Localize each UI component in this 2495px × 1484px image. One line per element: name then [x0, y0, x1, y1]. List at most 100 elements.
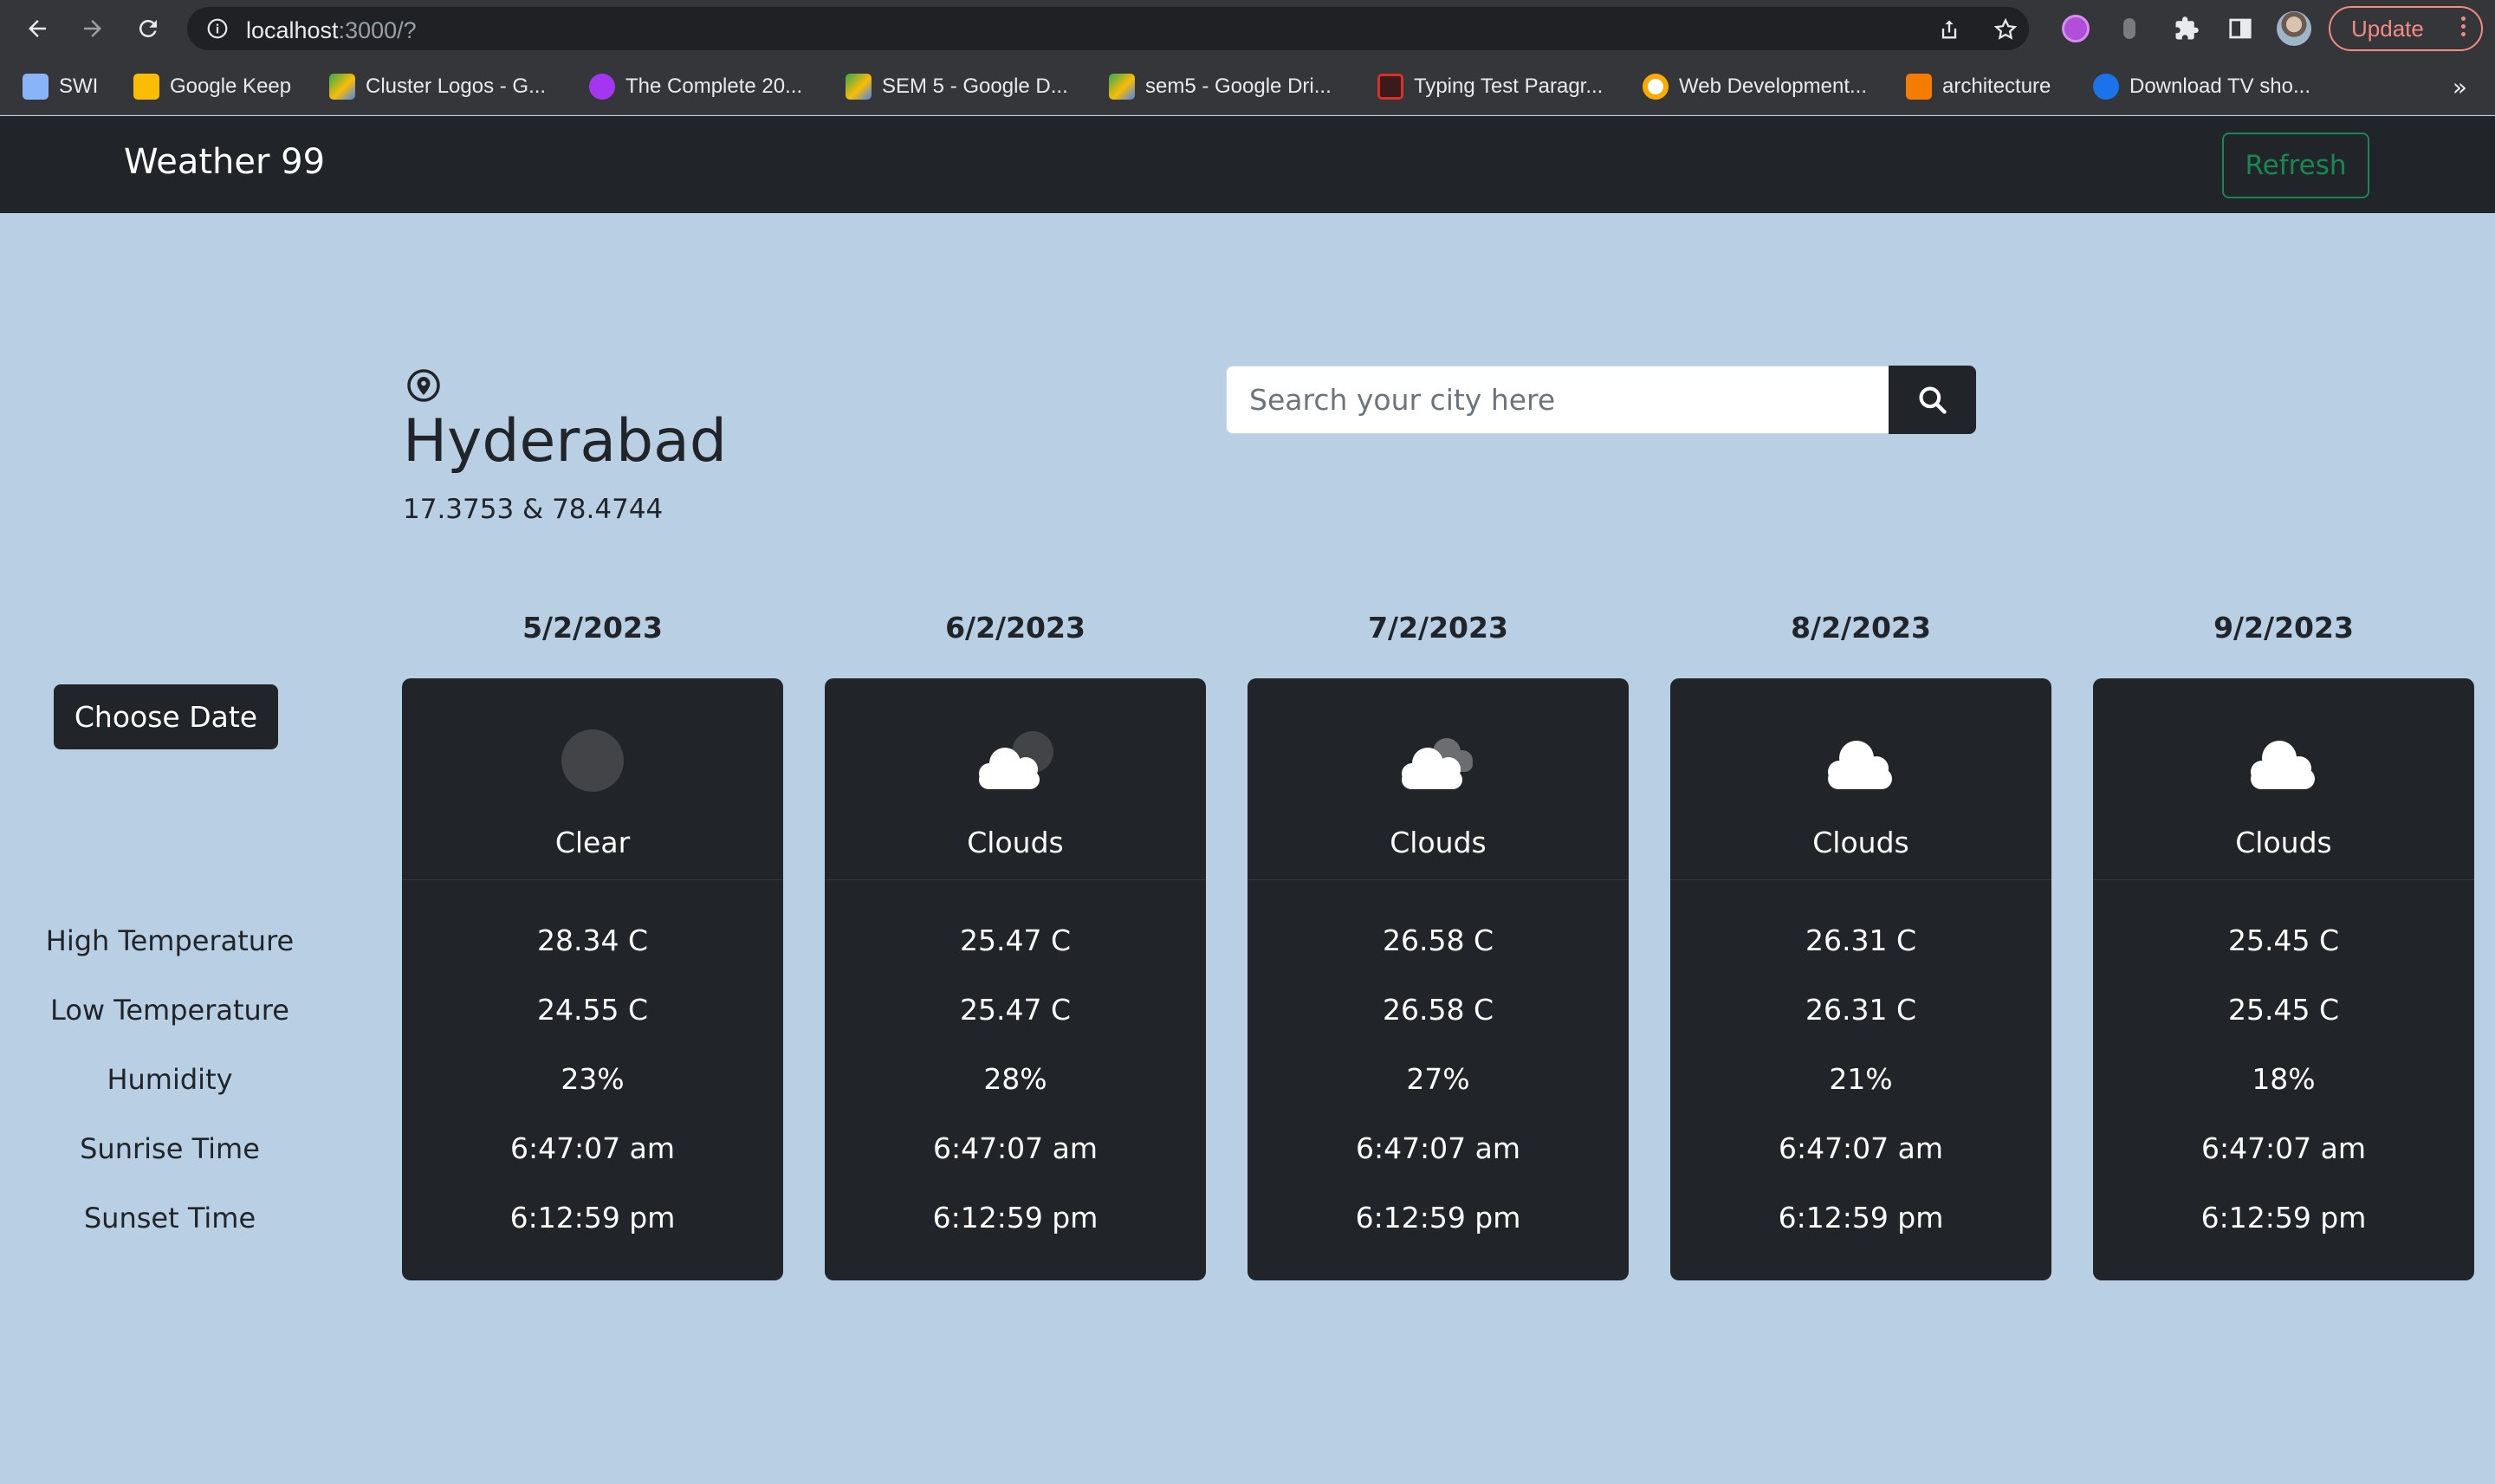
share-icon[interactable]: [1937, 17, 1961, 42]
arrow-right-icon: [84, 20, 101, 37]
search-input[interactable]: [1226, 366, 1889, 434]
bookmark-item[interactable]: Download TV sho...: [2093, 73, 2310, 100]
bookmark-label: Typing Test Paragr...: [1414, 75, 1604, 98]
forecast-condition: Clouds: [2235, 826, 2332, 859]
forecast-sunrise: 6:47:07 am: [932, 1131, 1098, 1165]
bookmark-label: Download TV sho...: [2129, 75, 2311, 98]
forecast-date: 8/2/2023: [1791, 611, 1931, 645]
side-panel-icon[interactable]: [2222, 10, 2258, 47]
more-bookmarks-icon[interactable]: »: [2453, 73, 2467, 101]
forecast-date: 5/2/2023: [522, 611, 663, 645]
bookmark-label: Web Development...: [1679, 75, 1867, 98]
bookmark-label: SEM 5 - Google D...: [882, 75, 1068, 98]
refresh-button[interactable]: Refresh: [2222, 133, 2369, 198]
extension-purple-icon[interactable]: [2058, 10, 2094, 47]
extensions-puzzle-icon[interactable]: [2168, 10, 2205, 47]
forecast-humidity: 28%: [983, 1062, 1047, 1096]
forecast-high-temp: 25.45 C: [2227, 923, 2339, 957]
update-label: Update: [2351, 15, 2424, 42]
google-drive-icon: [329, 74, 355, 100]
bookmark-item[interactable]: SEM 5 - Google D...: [846, 73, 1068, 100]
bookmark-label: Cluster Logos - G...: [366, 75, 547, 98]
forecast-low-temp: 26.31 C: [1805, 993, 1916, 1027]
tv-icon: [2093, 74, 2119, 100]
city-name: Hyderabad: [403, 407, 727, 476]
forecast-sunrise: 6:47:07 am: [2200, 1131, 2367, 1165]
city-search: [1226, 366, 1976, 434]
forecast-high-temp: 26.58 C: [1382, 923, 1494, 957]
forecast-high-temp: 25.47 C: [959, 923, 1071, 957]
forecast-high-temp: 28.34 C: [536, 923, 648, 957]
forward-button[interactable]: [73, 9, 113, 49]
bookmark-item[interactable]: SWI: [23, 73, 98, 100]
row-label-humidity: Humidity: [107, 1063, 233, 1096]
bookmark-item[interactable]: Cluster Logos - G...: [329, 73, 546, 100]
bookmark-item[interactable]: Typing Test Paragr...: [1377, 73, 1603, 100]
menu-dots-icon: [2461, 16, 2466, 36]
forecast-sunrise: 6:47:07 am: [1778, 1131, 1944, 1165]
bookmark-label: Google Keep: [170, 75, 292, 98]
bookmark-item[interactable]: Google Keep: [133, 73, 291, 100]
forecast-condition: Clouds: [1390, 826, 1487, 859]
forecast-sunset: 6:12:59 pm: [2200, 1201, 2367, 1235]
arrow-left-icon: [29, 20, 46, 37]
forecast-sunset: 6:12:59 pm: [509, 1201, 676, 1235]
card-divider: [1670, 879, 2051, 880]
bookmarks-bar: SWI Google Keep Cluster Logos - G... The…: [0, 57, 2495, 115]
profile-avatar[interactable]: [2276, 10, 2312, 47]
forecast-condition: Clouds: [1812, 826, 1909, 859]
forecast-sunrise: 6:47:07 am: [1355, 1131, 1521, 1165]
back-button[interactable]: [17, 9, 57, 49]
extension-gray-icon[interactable]: [2111, 10, 2148, 47]
address-bar[interactable]: localhost:3000/?: [187, 7, 2029, 50]
forecast-sunset: 6:12:59 pm: [1355, 1201, 1521, 1235]
forecast-date: 7/2/2023: [1368, 611, 1508, 645]
bookmark-label: sem5 - Google Dri...: [1145, 75, 1332, 98]
bookmark-label: architecture: [1942, 75, 2051, 98]
reload-button[interactable]: [128, 9, 168, 49]
city-coordinates: 17.3753 & 78.4744: [403, 494, 664, 525]
swi-icon: [23, 74, 49, 100]
forecast-humidity: 18%: [2252, 1062, 2316, 1096]
search-icon: [1918, 386, 1947, 414]
update-button[interactable]: Update: [2329, 6, 2483, 51]
forecast-humidity: 27%: [1406, 1062, 1470, 1096]
broken-clouds-icon: [1402, 738, 1473, 789]
url-text: localhost:3000/?: [246, 17, 417, 44]
cloud-icon: [2251, 741, 2315, 789]
clear-moon-icon: [561, 729, 624, 792]
few-clouds-night-icon: [979, 731, 1053, 789]
forecast-low-temp: 25.47 C: [959, 993, 1071, 1027]
forecast-sunrise: 6:47:07 am: [509, 1131, 676, 1165]
web-dev-icon: [1643, 74, 1669, 100]
forecast-humidity: 21%: [1829, 1062, 1893, 1096]
search-button[interactable]: [1889, 366, 1976, 434]
forecast-condition: Clear: [554, 826, 631, 859]
forecast-date: 9/2/2023: [2213, 611, 2354, 645]
bookmark-label: SWI: [59, 75, 99, 98]
forecast-sunset: 6:12:59 pm: [1778, 1201, 1944, 1235]
brand-title[interactable]: Weather 99: [124, 142, 325, 182]
choose-date-button[interactable]: Choose Date: [54, 684, 278, 749]
url-path: :3000/?: [338, 17, 417, 43]
card-divider: [2093, 879, 2474, 880]
url-host: localhost: [246, 17, 339, 43]
google-keep-icon: [133, 74, 159, 100]
card-divider: [1248, 879, 1629, 880]
bookmark-item[interactable]: architecture: [1906, 73, 2051, 100]
bookmark-item[interactable]: The Complete 20...: [589, 73, 802, 100]
bookmark-item[interactable]: sem5 - Google Dri...: [1109, 73, 1332, 100]
reload-icon: [139, 19, 157, 37]
card-divider: [402, 879, 783, 880]
row-label-low-temperature: Low Temperature: [50, 994, 289, 1027]
row-label-sunrise-time: Sunrise Time: [80, 1132, 260, 1165]
forecast-sunset: 6:12:59 pm: [932, 1201, 1098, 1235]
star-icon[interactable]: [1993, 16, 2019, 42]
forecast-card: Clouds 26.58 C 26.58 C 27% 6:47:07 am 6:…: [1248, 678, 1629, 1280]
bookmark-item[interactable]: Web Development...: [1643, 73, 1867, 100]
forecast-card: Clouds 25.45 C 25.45 C 18% 6:47:07 am 6:…: [2093, 678, 2474, 1280]
forecast-high-temp: 26.31 C: [1805, 923, 1916, 957]
forecast-condition: Clouds: [967, 826, 1064, 859]
row-label-high-temperature: High Temperature: [45, 924, 295, 957]
bookmark-label: The Complete 20...: [625, 75, 803, 98]
